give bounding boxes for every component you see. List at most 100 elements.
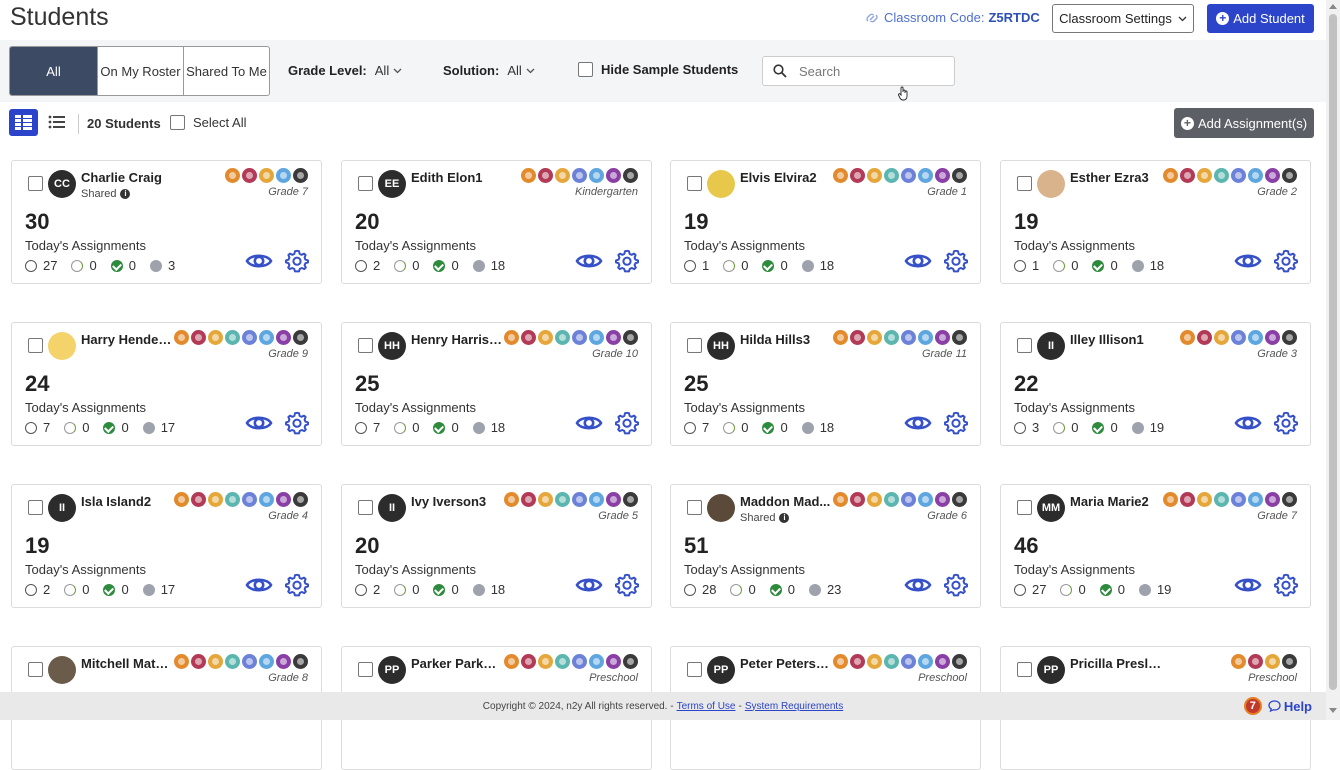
student-select-checkbox[interactable] [28,176,43,191]
student-card[interactable]: EE Edith Elon1 Kindergarten 20 Today's Assig… [341,160,652,284]
student-select-checkbox[interactable] [687,662,702,677]
student-name[interactable]: Hilda Hills3 [740,332,810,347]
list-view-icon[interactable] [47,112,67,132]
student-card[interactable]: II Illey Illison1 Grade 3 22 Today's Assignm… [1000,322,1311,446]
student-name[interactable]: Edith Elon1 [411,170,483,185]
terms-of-use-link[interactable]: Terms of Use [677,701,736,712]
student-select-checkbox[interactable] [358,500,373,515]
student-name[interactable]: Harry Hender... [81,332,173,347]
scroll-thumb[interactable] [1329,14,1337,690]
student-card[interactable]: Elvis Elvira2 Grade 1 19 Today's Assignment… [670,160,981,284]
student-name[interactable]: Ivy Iverson3 [411,494,486,509]
student-settings-gear-icon[interactable] [615,249,639,273]
student-card[interactable]: Esther Ezra3 Grade 2 19 Today's Assignments… [1000,160,1311,284]
view-student-eye-icon[interactable] [245,249,273,273]
student-select-checkbox[interactable] [1017,662,1032,677]
student-settings-gear-icon[interactable] [944,249,968,273]
student-name[interactable]: Isla Island2 [81,494,151,509]
scroll-down-arrow-icon[interactable] [1329,708,1337,713]
solution-icons [833,168,967,183]
student-name[interactable]: Elvis Elvira2 [740,170,817,185]
student-name[interactable]: Maddon Mad... [740,494,830,509]
student-settings-gear-icon[interactable] [944,573,968,597]
student-card[interactable]: HH Henry Harriso... Grade 10 25 Today's Assi… [341,322,652,446]
student-select-checkbox[interactable] [28,662,43,677]
select-all-toggle[interactable]: Select All [170,115,246,130]
grid-view-button[interactable] [9,109,38,136]
student-card[interactable]: II Isla Island2 Grade 4 19 Today's Assignmen… [11,484,322,608]
help-button[interactable]: Help [1268,699,1312,714]
student-settings-gear-icon[interactable] [285,573,309,597]
grade-level-dropdown[interactable]: All [375,63,402,78]
add-student-button[interactable]: + Add Student [1207,4,1314,33]
view-student-eye-icon[interactable] [904,573,932,597]
view-student-eye-icon[interactable] [575,411,603,435]
student-card[interactable]: Maddon Mad... Shared i Grade 6 51 Today's Ass… [670,484,981,608]
page-scrollbar[interactable] [1326,0,1340,720]
system-requirements-link[interactable]: System Requirements [745,701,843,712]
view-student-eye-icon[interactable] [1234,249,1262,273]
student-name[interactable]: Charlie Craig [81,170,162,185]
solution-icons [174,492,308,507]
student-card[interactable]: Harry Hender... Grade 9 24 Today's Assignme… [11,322,322,446]
search-input[interactable] [797,62,937,80]
grade-level-filter[interactable]: Grade Level: All [288,63,402,78]
student-select-checkbox[interactable] [1017,176,1032,191]
student-select-checkbox[interactable] [687,176,702,191]
view-student-eye-icon[interactable] [575,249,603,273]
view-student-eye-icon[interactable] [1234,573,1262,597]
student-settings-gear-icon[interactable] [285,249,309,273]
view-student-eye-icon[interactable] [245,411,273,435]
classroom-settings-button[interactable]: Classroom Settings [1052,4,1194,33]
student-card[interactable]: HH Hilda Hills3 Grade 11 25 Today's Assignme… [670,322,981,446]
view-student-eye-icon[interactable] [904,249,932,273]
student-settings-gear-icon[interactable] [944,411,968,435]
view-student-eye-icon[interactable] [1234,411,1262,435]
student-settings-gear-icon[interactable] [615,411,639,435]
student-select-checkbox[interactable] [1017,500,1032,515]
info-icon[interactable]: i [120,189,131,199]
student-name[interactable]: Esther Ezra3 [1070,170,1149,185]
segment-on-my-roster[interactable]: On My Roster [97,47,183,95]
student-name[interactable]: Parker Parkvi... [411,656,503,671]
view-student-eye-icon[interactable] [575,573,603,597]
search-box[interactable] [762,56,955,86]
solution-dropdown[interactable]: All [507,63,535,78]
student-select-checkbox[interactable] [687,338,702,353]
student-select-checkbox[interactable] [358,662,373,677]
info-icon[interactable]: i [779,513,790,523]
student-name[interactable]: Mitchell Matc... [81,656,173,671]
scroll-up-arrow-icon[interactable] [1329,4,1337,9]
student-settings-gear-icon[interactable] [1274,573,1298,597]
student-select-checkbox[interactable] [1017,338,1032,353]
select-all-checkbox[interactable] [170,115,185,130]
student-settings-gear-icon[interactable] [285,411,309,435]
notification-badge[interactable]: 7 [1243,697,1262,715]
unassigned-count: 17 [160,420,176,435]
student-name[interactable]: Maria Marie2 [1070,494,1149,509]
segment-all[interactable]: All [10,47,97,95]
student-select-checkbox[interactable] [358,176,373,191]
solution-filter[interactable]: Solution: All [443,63,535,78]
hide-sample-checkbox[interactable] [578,62,593,77]
view-student-eye-icon[interactable] [245,573,273,597]
student-card[interactable]: CC Charlie Craig Shared i Grade 7 30 Today's A… [11,160,322,284]
student-name[interactable]: Pricilla Presley3 [1070,656,1162,671]
student-select-checkbox[interactable] [687,500,702,515]
student-select-checkbox[interactable] [358,338,373,353]
student-settings-gear-icon[interactable] [615,573,639,597]
hide-sample-students-toggle[interactable]: Hide Sample Students [578,62,738,77]
student-name[interactable]: Peter Peterso... [740,656,832,671]
student-select-checkbox[interactable] [28,338,43,353]
add-assignments-button[interactable]: + Add Assignment(s) [1174,108,1314,138]
student-name[interactable]: Henry Harriso... [411,332,503,347]
view-student-eye-icon[interactable] [904,411,932,435]
segment-shared-to-me[interactable]: Shared To Me [183,47,269,95]
student-settings-gear-icon[interactable] [1274,249,1298,273]
student-card[interactable]: MM Maria Marie2 Grade 7 46 Today's Assignmen… [1000,484,1311,608]
student-settings-gear-icon[interactable] [1274,411,1298,435]
student-card[interactable]: II Ivy Iverson3 Grade 5 20 Today's Assignmen… [341,484,652,608]
classroom-code[interactable]: Classroom Code: Z5RTDC [864,10,1040,25]
student-select-checkbox[interactable] [28,500,43,515]
student-name[interactable]: Illey Illison1 [1070,332,1144,347]
